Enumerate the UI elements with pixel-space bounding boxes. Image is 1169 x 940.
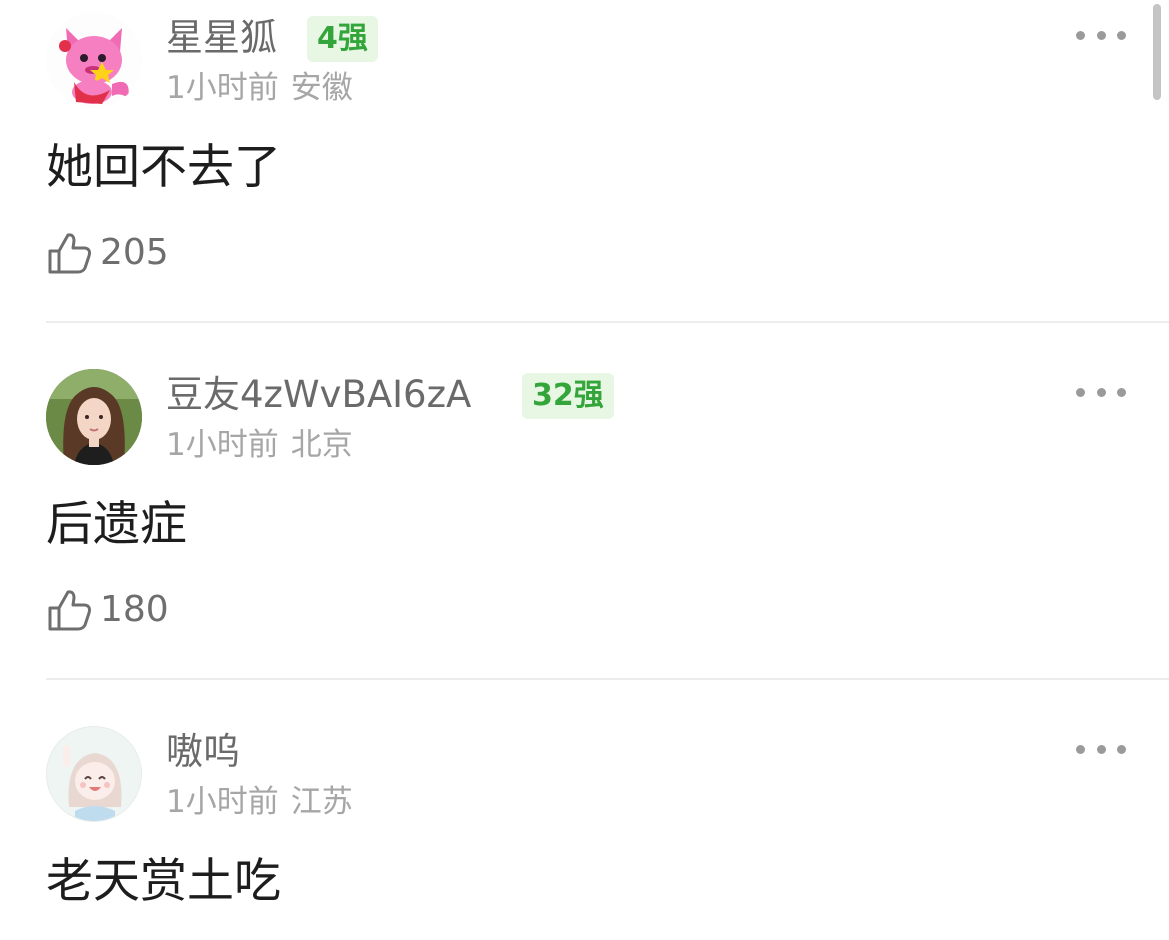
like-count: 180	[100, 589, 169, 630]
comment-time: 1小时前	[166, 427, 279, 463]
comment-text: 老天赏土吃	[46, 854, 281, 909]
comment-text: 后遗症	[46, 497, 187, 552]
avatar[interactable]	[46, 12, 142, 108]
username[interactable]: 嗷呜	[166, 730, 240, 774]
comment-location: 江苏	[290, 784, 353, 820]
more-dot-icon	[1076, 744, 1085, 754]
avatar[interactable]	[46, 369, 142, 465]
girl-photo-avatar-icon	[46, 369, 142, 465]
more-options-button[interactable]	[1076, 22, 1126, 48]
pink-fox-avatar-icon	[59, 28, 129, 104]
more-options-button[interactable]	[1076, 736, 1126, 762]
comment-location: 安徽	[290, 70, 353, 106]
comment-meta: 1小时前 安徽	[166, 70, 353, 106]
more-dot-icon	[1096, 387, 1106, 397]
divider	[46, 678, 1169, 680]
comment-list: 星星狐 4强 1小时前 安徽 她回不去了 205 豆友4zWvBAI6zA 32…	[0, 0, 1169, 940]
more-dot-icon	[1117, 744, 1126, 754]
comment-meta: 1小时前 江苏	[166, 784, 353, 820]
more-dot-icon	[1076, 30, 1085, 40]
thumbs-up-icon	[48, 590, 91, 631]
like-button[interactable]: 180	[46, 585, 169, 635]
username[interactable]: 星星狐	[166, 16, 277, 60]
scrollbar[interactable]	[1153, 4, 1161, 100]
more-dot-icon	[1096, 744, 1106, 754]
like-count: 205	[100, 232, 169, 273]
rank-badge: 4强	[307, 16, 378, 62]
anime-girl-avatar-icon	[47, 727, 141, 821]
comment-meta: 1小时前 北京	[166, 427, 353, 463]
more-dot-icon	[1117, 30, 1126, 40]
comment-time: 1小时前	[166, 70, 279, 106]
more-dot-icon	[1117, 387, 1126, 397]
comment-text: 她回不去了	[46, 140, 281, 195]
like-button[interactable]: 205	[46, 228, 169, 278]
more-options-button[interactable]	[1076, 379, 1126, 405]
comment-time: 1小时前	[166, 784, 279, 820]
avatar[interactable]	[46, 726, 142, 822]
more-dot-icon	[1096, 30, 1106, 40]
username[interactable]: 豆友4zWvBAI6zA	[166, 373, 471, 417]
more-dot-icon	[1076, 387, 1085, 397]
rank-badge: 32强	[522, 373, 614, 419]
thumbs-up-icon	[48, 233, 91, 274]
comment-location: 北京	[290, 427, 353, 463]
divider	[46, 321, 1169, 323]
